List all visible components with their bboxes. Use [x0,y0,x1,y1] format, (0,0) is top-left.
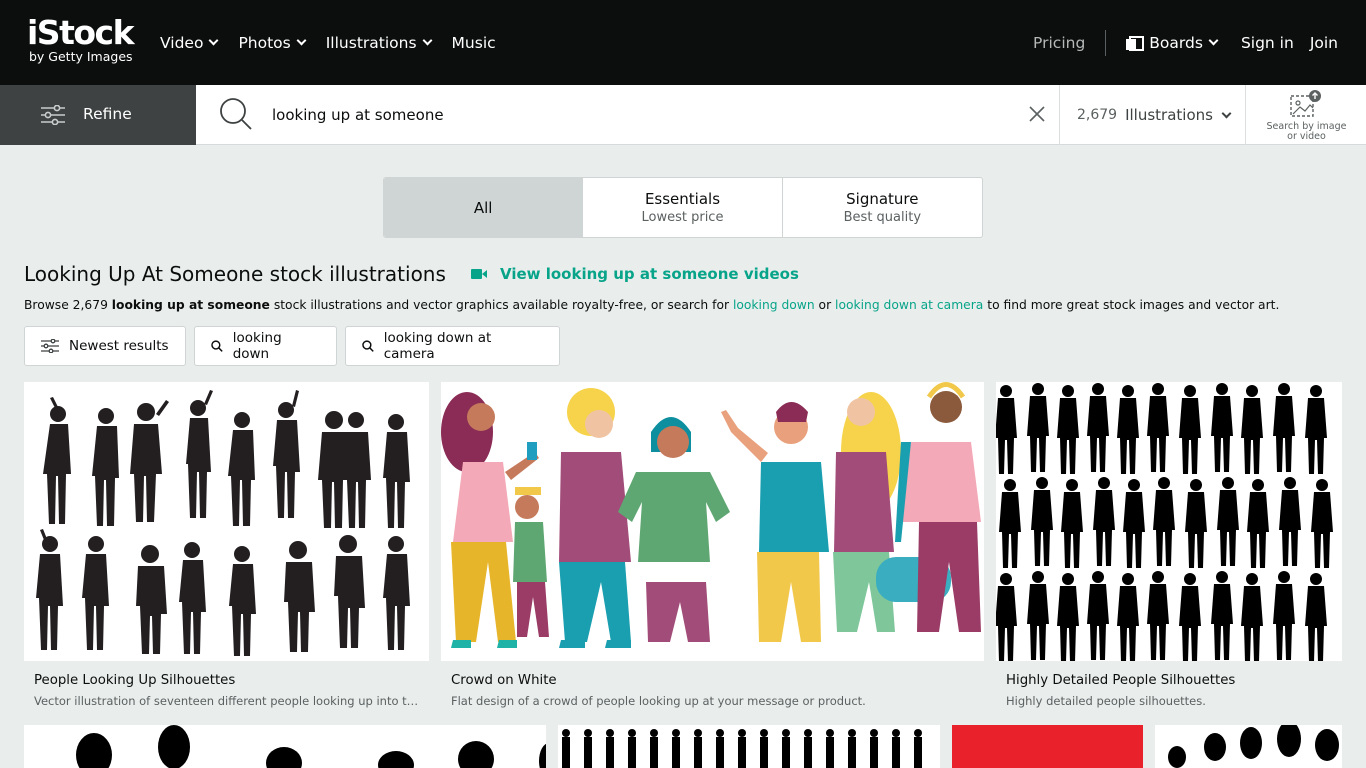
chip-label: looking down [232,330,282,362]
join-link[interactable]: Join [1310,34,1338,52]
related-search-chip[interactable]: looking down at camera [345,326,560,366]
boards-label: Boards [1149,33,1203,52]
page-title: Looking Up At Someone stock illustration… [24,262,446,286]
result-image-crowd-silhouettes[interactable] [558,725,940,768]
related-link-looking-down-at-camera[interactable]: looking down at camera [835,298,983,312]
tab-signature-subtitle: Best quality [843,210,922,225]
top-nav: iStock by Getty Images Video Photos Illu… [0,0,1366,85]
chip-label: looking down at camera [383,330,492,362]
chevron-down-icon [422,35,432,46]
boards-button[interactable]: Boards [1126,33,1219,52]
chevron-down-icon [296,35,307,46]
nav-video-label: Video [160,33,204,52]
result-image-heads-silhouettes[interactable] [1155,725,1342,768]
sliders-icon [41,339,59,353]
search-icon [362,340,374,352]
sliders-icon [41,105,65,125]
chevron-down-icon [1221,108,1232,118]
media-type-select[interactable]: 2,679 Illustrations [1059,85,1246,145]
sign-in-link[interactable]: Sign in [1241,34,1294,52]
search-icon [211,340,223,352]
tab-all[interactable]: All [384,178,584,237]
nav-photos[interactable]: Photos [238,33,307,52]
search-input[interactable] [272,101,1012,129]
result-description: Highly detailed people silhouettes. [1006,694,1206,708]
result-image-silhouettes-looking-up[interactable] [24,382,429,661]
browse-or: or [814,298,836,312]
result-title[interactable]: Crowd on White [451,673,557,688]
search-by-image-button[interactable]: Search by image or video [1245,85,1366,145]
tab-signature[interactable]: Signature Best quality [783,178,982,237]
browse-mid: stock illustrations and vector graphics … [269,298,733,312]
tab-signature-title: Signature [846,190,919,208]
clear-search-icon[interactable] [1028,105,1046,123]
crowd-silhouettes-illustration [562,729,922,768]
related-search-chip[interactable]: looking down [194,326,337,366]
istock-logo[interactable]: iStock by Getty Images [27,16,139,70]
tab-essentials-title: Essentials [644,190,721,208]
media-type-label: Illustrations [1125,106,1213,124]
logo-subtitle: by Getty Images [29,49,133,64]
silhouettes-illustration [36,390,410,656]
nav-divider [1105,29,1107,56]
main-menu: Video Photos Illustrations Music [160,0,517,85]
pricing-link[interactable]: Pricing [1033,34,1085,52]
people-silhouettes-illustration [996,383,1333,661]
result-title[interactable]: People Looking Up Silhouettes [34,673,235,688]
tab-all-title: All [473,198,493,217]
nav-illustrations[interactable]: Illustrations [325,33,432,52]
result-image-people-silhouettes[interactable] [996,382,1342,661]
sort-newest-chip[interactable]: Newest results [24,326,186,366]
boards-icon [1126,35,1145,51]
nav-illustrations-label: Illustrations [325,33,417,52]
search-icon [220,98,252,130]
browse-prefix: Browse 2,679 [24,298,112,312]
tab-essentials[interactable]: Essentials Lowest price [583,178,783,237]
chevron-down-icon [1208,35,1219,46]
related-link-looking-down[interactable]: looking down [733,298,815,312]
nav-music-label: Music [451,33,496,52]
account-menu: Pricing Boards Sign in Join [1033,0,1366,85]
browse-suffix: to find more great stock images and vect… [983,298,1280,312]
chip-label: Newest results [69,338,169,354]
browse-term: looking up at someone [111,298,270,312]
result-image-red[interactable] [952,725,1143,768]
profile-silhouettes-illustration [76,725,546,768]
nav-music[interactable]: Music [452,34,496,52]
view-videos-link[interactable]: View looking up at someone videos [471,265,799,283]
search-bar: Refine 2,679 Illustrations Search by ima… [0,85,1366,145]
refine-label: Refine [83,105,132,123]
collection-tabs: All Essentials Lowest price Signature Be… [383,177,983,238]
view-videos-label: View looking up at someone videos [500,265,799,283]
result-description: Vector illustration of seventeen differe… [34,694,424,708]
result-description: Flat design of a crowd of people looking… [451,694,866,708]
result-title[interactable]: Highly Detailed People Silhouettes [1006,673,1235,688]
search-by-image-label: Search by image or video [1246,122,1366,142]
sbi-line2: or video [1287,131,1326,142]
video-camera-icon [471,269,487,279]
logo-wordmark: iStock [27,13,135,52]
refine-button[interactable]: Refine [0,85,196,145]
result-image-profile-silhouettes[interactable] [24,725,546,768]
image-upload-icon [1290,90,1321,117]
heads-silhouettes-illustration [1168,725,1339,768]
browse-description: Browse 2,679 looking up at someone stock… [24,298,1279,312]
nav-video[interactable]: Video [160,33,219,52]
tab-essentials-subtitle: Lowest price [641,210,724,225]
result-count: 2,679 [1077,107,1118,123]
result-image-crowd-on-white[interactable] [441,382,984,661]
crowd-illustration [441,382,981,648]
nav-photos-label: Photos [238,33,291,52]
chevron-down-icon [208,35,219,46]
